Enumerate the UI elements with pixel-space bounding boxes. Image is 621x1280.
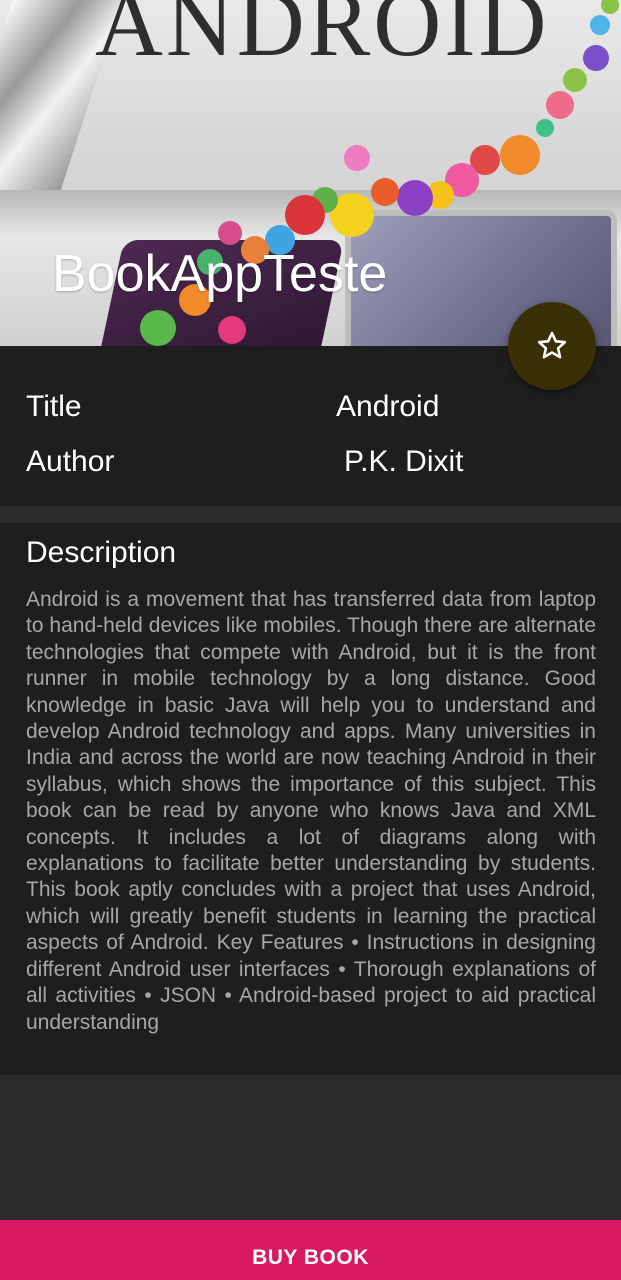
favorite-button[interactable]	[508, 302, 596, 390]
description-text: Android is a movement that has transferr…	[26, 588, 596, 1034]
author-label: Author	[26, 445, 115, 478]
author-value: P.K. Dixit	[344, 445, 464, 478]
title-value: Android	[336, 390, 440, 423]
book-cover-header: ANDROID BookAppTeste	[0, 0, 621, 346]
description-heading: Description	[26, 536, 177, 569]
app-title: BookAppTeste	[52, 245, 388, 303]
buy-book-button[interactable]: BUY BOOK	[0, 1220, 621, 1280]
star-outline-icon	[537, 331, 567, 359]
title-label: Title	[26, 390, 82, 423]
description-panel: Description Android is a movement that h…	[0, 523, 621, 1075]
